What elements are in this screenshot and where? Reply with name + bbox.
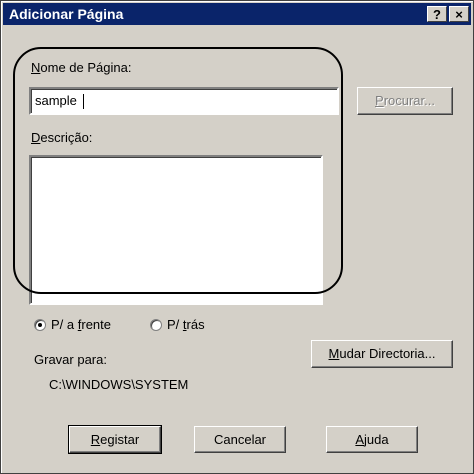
text-cursor: [83, 94, 84, 109]
back-radio[interactable]: [150, 319, 162, 331]
page-name-value: sample: [35, 93, 77, 108]
help-dialog-button[interactable]: Ajuda: [326, 426, 418, 453]
add-page-dialog: Adicionar Página ? × Nome de Página: sam…: [0, 0, 474, 474]
save-to-label: Gravar para:: [34, 352, 107, 367]
change-directory-button[interactable]: Mudar Directoria...: [311, 340, 453, 368]
front-radio[interactable]: [34, 319, 46, 331]
register-button[interactable]: Registar: [68, 425, 162, 454]
description-textarea[interactable]: [29, 155, 323, 305]
front-radio-label[interactable]: P/ a frente: [51, 317, 111, 332]
close-button[interactable]: ×: [449, 6, 469, 22]
browse-button[interactable]: Procurar...: [357, 87, 453, 115]
title-bar[interactable]: Adicionar Página ? ×: [3, 3, 471, 25]
back-radio-label[interactable]: P/ trás: [167, 317, 205, 332]
help-button[interactable]: ?: [427, 6, 447, 22]
page-name-label: Nome de Página:: [31, 60, 132, 75]
radio-selected-dot: [38, 323, 42, 327]
description-label: Descrição:: [31, 130, 93, 145]
save-path: C:\WINDOWS\SYSTEM: [49, 377, 189, 392]
page-name-input[interactable]: sample: [29, 87, 339, 115]
window-title: Adicionar Página: [9, 6, 124, 22]
cancel-button[interactable]: Cancelar: [194, 426, 286, 453]
